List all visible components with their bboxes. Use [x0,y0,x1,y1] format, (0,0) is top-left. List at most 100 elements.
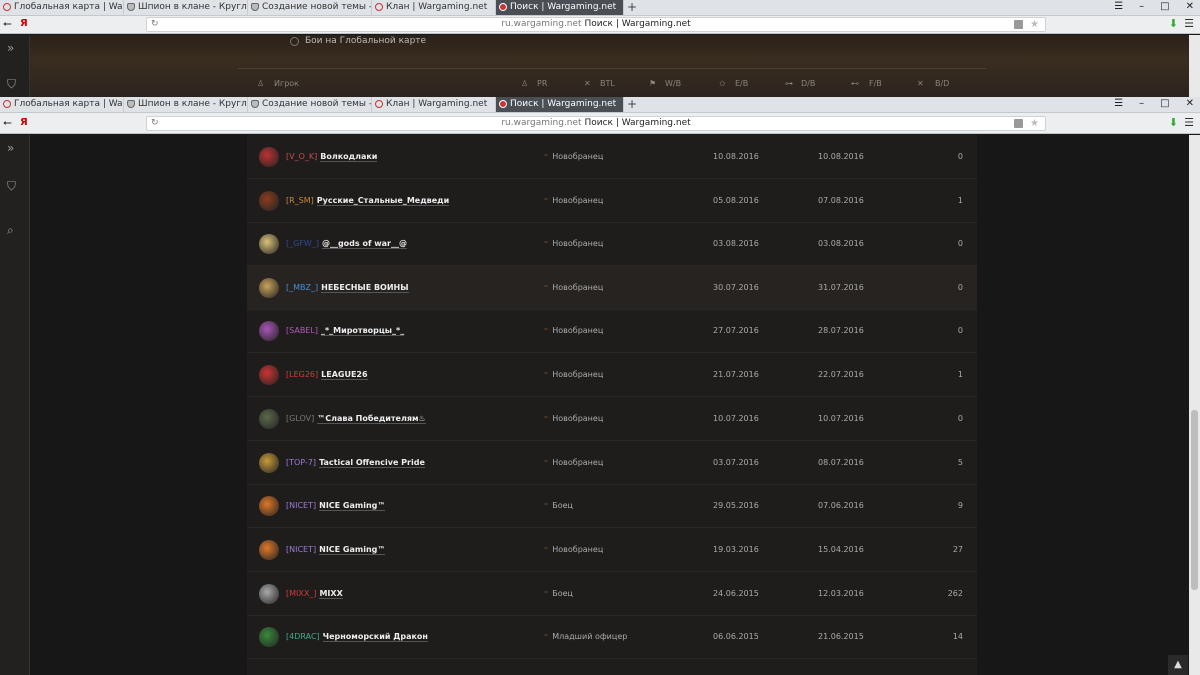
join-date: 24.06.2015 [713,589,759,598]
browser-tab[interactable]: Глобальная карта | Wargam [0,0,124,15]
leave-date: 31.07.2016 [818,283,864,292]
scrollbar-back[interactable] [1189,35,1200,97]
clan-emblem-icon[interactable] [259,147,279,167]
clan-emblem-icon[interactable] [259,191,279,211]
expand-icon[interactable]: » [7,41,14,55]
clan-link[interactable]: [SABEL] _*_Миротворцы_*_ [286,326,405,336]
clan-tag: [MIXX_] [286,589,317,598]
rank-icon: ⁼ [544,545,549,554]
browser-tab[interactable]: Шпион в клане - Круглый [124,97,248,112]
header-db[interactable]: D/B [801,79,815,88]
new-tab-button[interactable]: + [624,97,640,112]
reload-icon[interactable]: ↻ [151,117,159,130]
clan-link[interactable]: [GLOV] ™Слава Победителям♨ [286,414,426,424]
global-map-filter[interactable]: Бои на Глобальной карте [290,36,426,46]
lock-icon[interactable] [1014,20,1023,29]
clan-link[interactable]: [_GFW_] @__gods of war__@ [286,239,407,249]
menu-icon[interactable]: ☰ [1184,116,1194,129]
url-title: Поиск | Wargaming.net [584,19,691,29]
yandex-logo[interactable]: Я [20,117,28,128]
clan-emblem-icon[interactable] [259,278,279,298]
clan-emblem-icon[interactable] [259,627,279,647]
lock-icon[interactable] [1014,119,1023,128]
leave-date: 10.08.2016 [818,152,864,161]
browser-tab[interactable]: Создание новой темы - Оф [248,97,372,112]
clan-link[interactable]: [R_SM] Русские_Стальные_Медведи [286,196,450,206]
clan-role: ⁼ Новобранец [544,458,603,467]
minimize-icon[interactable]: – [1139,98,1144,109]
leave-date: 10.07.2016 [818,414,864,423]
url-domain: ru.wargaming.net [501,19,582,29]
clan-emblem-icon[interactable] [259,540,279,560]
url-field[interactable]: ↻ ru.wargaming.net Поиск | Wargaming.net… [146,17,1046,32]
clan-role: ⁼ Новобранец [544,414,603,423]
star-icon[interactable]: ★ [1030,117,1039,130]
download-icon[interactable]: ⬇ [1169,116,1178,129]
browser-tab[interactable]: Поиск | Wargaming.net [496,0,624,15]
battles-icon: ✕ [584,78,591,88]
address-bar: ⭠ Я ↻ ru.wargaming.net Поиск | Wargaming… [0,16,1200,34]
clan-link[interactable]: [LEG26] LEAGUE26 [286,370,368,380]
clan-name: НЕБЕСНЫЕ ВОИНЫ [321,283,409,293]
header-btl[interactable]: BTL [600,79,615,88]
yandex-logo[interactable]: Я [20,18,28,29]
search-icon[interactable]: ⌕ [7,223,14,238]
scroll-top-button[interactable]: ▲ [1168,655,1188,675]
header-pr[interactable]: PR [537,79,547,88]
shield-icon [127,100,135,108]
clan-emblem-icon[interactable] [259,234,279,254]
clan-tag: [SABEL] [286,326,318,335]
table-row: [R_SM] Русские_Стальные_Медведи ⁼ Новобране… [247,179,977,223]
clan-emblem-icon[interactable] [259,584,279,604]
clan-link[interactable]: [MIXX_] MIXX [286,589,343,599]
reload-icon[interactable]: ↻ [151,18,159,31]
header-eb[interactable]: E/B [735,79,748,88]
radio-button[interactable] [290,36,299,46]
clan-emblem-icon[interactable] [259,321,279,341]
close-icon[interactable]: ✕ [1186,98,1194,109]
url-field[interactable]: ↻ ru.wargaming.net Поиск | Wargaming.net… [146,116,1046,131]
radio-label: Бои на Глобальной карте [305,36,427,46]
maximize-icon[interactable]: □ [1160,1,1169,12]
menu-icon[interactable]: ☰ [1114,1,1123,12]
header-fb[interactable]: F/B [869,79,882,88]
clan-link[interactable]: [NICET] NICE Gaming™ [286,545,386,555]
browser-tab[interactable]: Клан | Wargaming.net [372,0,496,15]
browser-tab[interactable]: Создание новой темы - Оф [248,0,372,15]
clan-link[interactable]: [NICET] NICE Gaming™ [286,501,386,511]
expand-icon[interactable]: » [7,141,14,155]
clan-emblem-icon[interactable] [259,496,279,516]
browser-tab[interactable]: Поиск | Wargaming.net [496,97,624,112]
shield-icon[interactable]: ⛉ [7,77,16,92]
clan-emblem-icon[interactable] [259,453,279,473]
clan-link[interactable]: [_MBZ_] НЕБЕСНЫЕ ВОИНЫ [286,283,409,293]
back-arrow-icon[interactable]: ⭠ [3,17,12,31]
shield-icon[interactable]: ⛉ [7,179,16,194]
maximize-icon[interactable]: □ [1160,98,1169,109]
clan-link[interactable]: [4DRAC] Черноморский Дракон [286,632,428,642]
clan-link[interactable]: [V_O_K] Волкодлаки [286,152,378,162]
scrollbar-thumb[interactable] [1191,410,1198,590]
clan-link[interactable]: [TOP-7] Tactical Offencive Pride [286,458,425,468]
close-icon[interactable]: ✕ [1186,1,1194,12]
browser-tab[interactable]: Клан | Wargaming.net [372,97,496,112]
header-player[interactable]: Игрок [274,79,299,88]
new-tab-button[interactable]: + [624,0,640,15]
menu-icon[interactable]: ☰ [1184,17,1194,30]
browser-tab[interactable]: Шпион в клане - Круглый [124,0,248,15]
back-arrow-icon[interactable]: ⭠ [3,116,12,130]
minimize-icon[interactable]: – [1139,1,1144,12]
browser-tab[interactable]: Глобальная карта | Wargam [0,97,124,112]
clan-role: ⁼ Новобранец [544,326,603,335]
clan-emblem-icon[interactable] [259,409,279,429]
clan-emblem-icon[interactable] [259,365,279,385]
menu-icon[interactable]: ☰ [1114,98,1123,109]
star-icon[interactable]: ★ [1030,18,1039,31]
join-date: 03.07.2016 [713,458,759,467]
download-icon[interactable]: ⬇ [1169,17,1178,30]
scrollbar[interactable] [1189,135,1200,675]
window-controls: ☰ – □ ✕ [1114,1,1194,12]
header-bd[interactable]: B/D [935,79,949,88]
rank-icon: ⁼ [544,501,549,510]
header-wb[interactable]: W/B [665,79,681,88]
